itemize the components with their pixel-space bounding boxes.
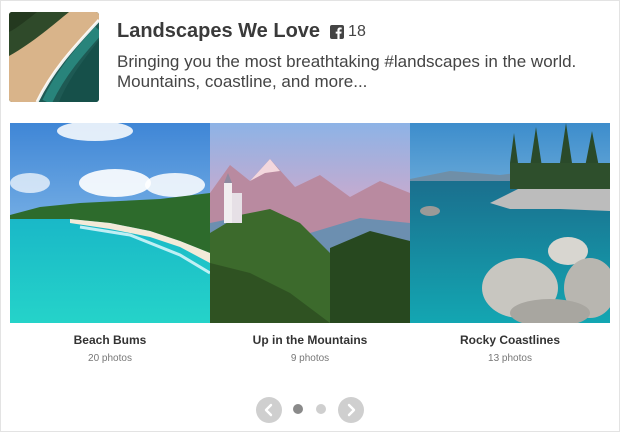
caption-rocky: Rocky Coastlines 13 photos bbox=[410, 333, 610, 364]
caption-mountains: Up in the Mountains 9 photos bbox=[210, 333, 410, 364]
caption-beach: Beach Bums 20 photos bbox=[10, 333, 210, 364]
album-description: Bringing you the most breathtaking #land… bbox=[117, 52, 577, 91]
gallery-tile-beach[interactable] bbox=[10, 121, 211, 323]
photo-count: 18 bbox=[348, 22, 366, 40]
gallery-photo-count: 9 photos bbox=[290, 353, 330, 364]
gallery-photo-count: 20 photos bbox=[88, 353, 132, 364]
album-widget: Landscapes We Love 18 Bringing you the m… bbox=[0, 0, 620, 432]
gallery-title[interactable]: Beach Bums bbox=[10, 333, 210, 349]
gallery-tile-mountains[interactable] bbox=[210, 123, 410, 323]
chevron-right-icon bbox=[347, 403, 356, 417]
facebook-icon bbox=[330, 24, 345, 39]
pagination bbox=[256, 397, 366, 423]
gallery-title[interactable]: Up in the Mountains bbox=[210, 333, 410, 349]
album-cover-image[interactable] bbox=[9, 12, 99, 102]
gallery-title[interactable]: Rocky Coastlines bbox=[410, 333, 610, 349]
gallery-strip bbox=[10, 121, 616, 327]
page-dot-1[interactable] bbox=[293, 404, 303, 414]
next-page-button[interactable] bbox=[338, 397, 364, 423]
album-header: Landscapes We Love 18 Bringing you the m… bbox=[9, 12, 609, 104]
gallery-tile-rocky[interactable] bbox=[410, 123, 616, 327]
prev-page-button[interactable] bbox=[256, 397, 282, 423]
chevron-left-icon bbox=[264, 403, 273, 417]
page-dot-2[interactable] bbox=[316, 404, 326, 414]
gallery-captions: Beach Bums 20 photos Up in the Mountains… bbox=[10, 333, 610, 364]
gallery-photo-count: 13 photos bbox=[488, 353, 532, 364]
album-title[interactable]: Landscapes We Love bbox=[117, 20, 320, 43]
